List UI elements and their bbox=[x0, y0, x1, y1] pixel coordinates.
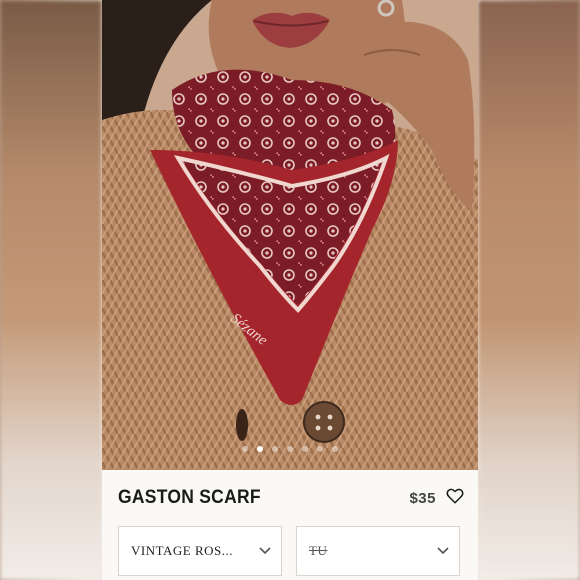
product-title: GASTON SCARF bbox=[118, 487, 261, 508]
gallery-dot[interactable] bbox=[242, 446, 248, 452]
backdrop-right bbox=[478, 0, 580, 580]
gallery-dot[interactable] bbox=[272, 446, 278, 452]
gallery-dot[interactable] bbox=[332, 446, 338, 452]
product-photo-illustration: Sézane bbox=[102, 0, 478, 470]
chevron-down-icon bbox=[437, 542, 449, 560]
color-select[interactable]: VINTAGE ROS... bbox=[118, 526, 282, 576]
gallery-dot[interactable] bbox=[257, 446, 263, 452]
product-price: $35 bbox=[409, 489, 436, 507]
gallery-dot[interactable] bbox=[287, 446, 293, 452]
product-info: GASTON SCARF $35 VINTAGE ROS... TU bbox=[102, 470, 478, 580]
gallery-pagination bbox=[102, 446, 478, 452]
chevron-down-icon bbox=[259, 542, 271, 560]
gallery-dot[interactable] bbox=[317, 446, 323, 452]
backdrop-left bbox=[0, 0, 102, 580]
size-select[interactable]: TU bbox=[296, 526, 460, 576]
gallery-dot[interactable] bbox=[302, 446, 308, 452]
price-wishlist: $35 bbox=[409, 487, 464, 510]
size-select-value: TU bbox=[309, 543, 328, 558]
heart-icon[interactable] bbox=[446, 487, 464, 510]
title-row: GASTON SCARF $35 bbox=[118, 484, 464, 512]
product-page: Sézane GASTON SCARF $35 VINTAGE ROS... T… bbox=[102, 0, 478, 580]
variant-selectors: VINTAGE ROS... TU bbox=[118, 526, 460, 576]
color-select-value: VINTAGE ROS... bbox=[131, 543, 234, 558]
product-image[interactable]: Sézane bbox=[102, 0, 478, 470]
